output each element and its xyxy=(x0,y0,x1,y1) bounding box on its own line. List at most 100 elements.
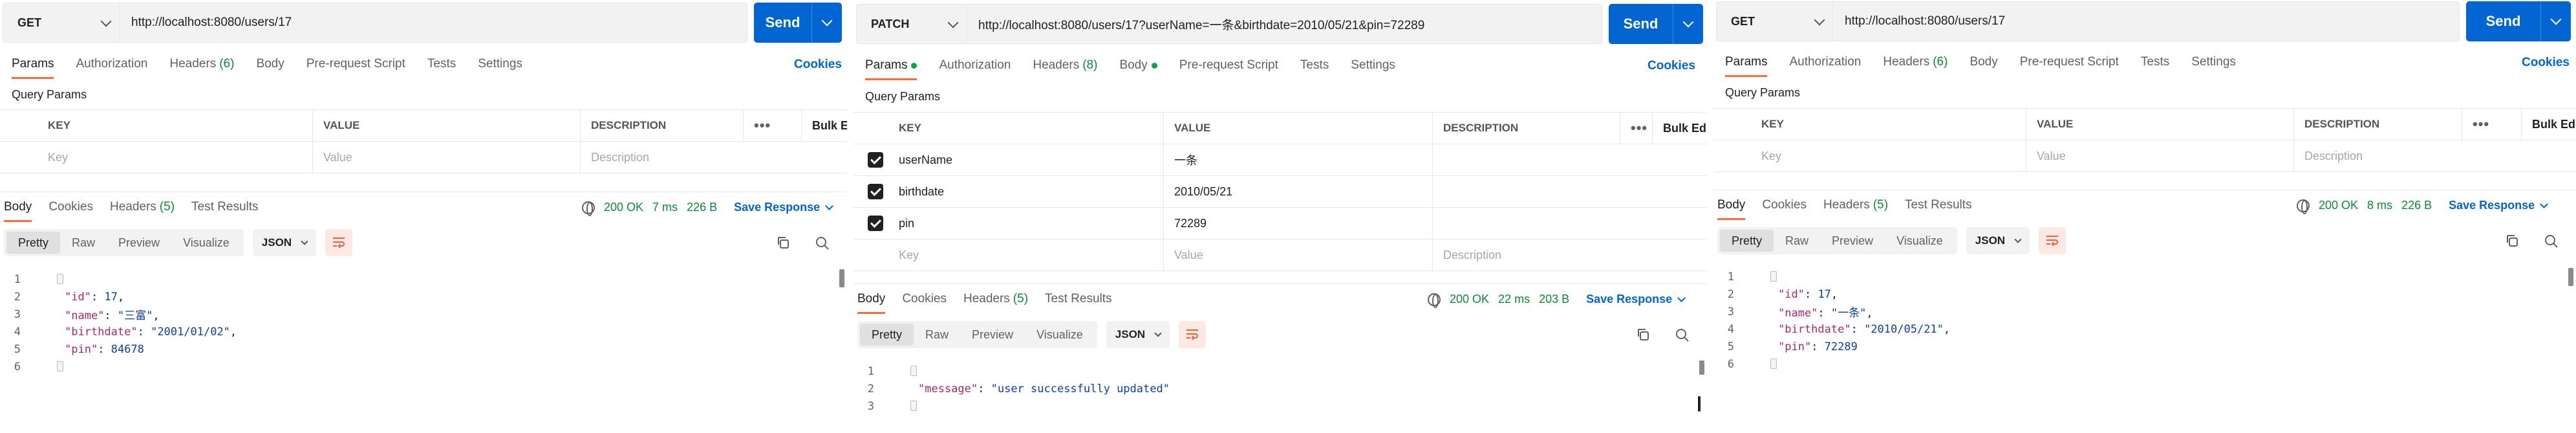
resp-tab-headers[interactable]: Headers (5) xyxy=(1823,190,1888,220)
more-options-icon[interactable]: ••• xyxy=(2462,108,2522,140)
fold-icon[interactable] xyxy=(57,361,63,372)
tab-authorization[interactable]: Authorization xyxy=(76,49,147,79)
view-raw[interactable]: Raw xyxy=(1774,230,1820,252)
value-input[interactable]: Value xyxy=(313,141,581,173)
view-pretty[interactable]: Pretty xyxy=(860,324,914,346)
param-description[interactable] xyxy=(1433,176,1707,208)
param-value[interactable]: 2010/05/21 xyxy=(1164,175,1433,208)
bulk-edit-button[interactable]: Bulk Edit xyxy=(1653,113,1707,144)
more-options-icon[interactable]: ••• xyxy=(1620,112,1653,144)
bulk-edit-button[interactable]: Bulk Edit xyxy=(802,110,847,142)
resp-tab-cookies[interactable]: Cookies xyxy=(48,192,93,222)
view-visualize[interactable]: Visualize xyxy=(1025,324,1095,346)
tab-headers[interactable]: Headers (6) xyxy=(1883,47,1948,77)
tab-settings[interactable]: Settings xyxy=(1351,50,1395,80)
search-icon[interactable] xyxy=(1675,328,1690,346)
resp-tab-test-results[interactable]: Test Results xyxy=(1045,284,1111,314)
key-input[interactable]: Key xyxy=(853,239,1164,271)
fold-icon[interactable] xyxy=(1770,359,1777,369)
wrap-lines-icon[interactable] xyxy=(1179,321,1207,348)
globe-icon[interactable] xyxy=(582,201,595,216)
search-icon[interactable] xyxy=(2544,234,2559,252)
checkbox-checked[interactable] xyxy=(868,184,883,199)
fold-icon[interactable] xyxy=(910,401,917,411)
fold-icon[interactable] xyxy=(57,274,63,284)
method-select[interactable]: GET xyxy=(1716,1,1832,41)
description-input[interactable]: Description xyxy=(581,142,847,173)
resp-tab-body[interactable]: Body xyxy=(857,284,886,314)
globe-icon[interactable] xyxy=(2297,199,2310,214)
send-button[interactable]: Send xyxy=(2466,1,2571,41)
format-select[interactable]: JSON xyxy=(1966,227,2030,254)
resp-tab-cookies[interactable]: Cookies xyxy=(1762,190,1807,220)
view-preview[interactable]: Preview xyxy=(1820,230,1885,252)
description-input[interactable]: Description xyxy=(1433,239,1707,271)
key-input[interactable]: Key xyxy=(0,141,313,173)
tab-tests[interactable]: Tests xyxy=(1300,50,1329,80)
param-value[interactable]: 一条 xyxy=(1164,144,1433,176)
fold-icon[interactable] xyxy=(1770,271,1777,282)
save-response-button[interactable]: Save Response xyxy=(1586,293,1686,306)
resp-tab-headers[interactable]: Headers (5) xyxy=(963,284,1028,314)
format-select[interactable]: JSON xyxy=(252,229,317,256)
param-value[interactable]: 72289 xyxy=(1164,207,1433,239)
resp-tab-body[interactable]: Body xyxy=(1717,190,1746,220)
url-input[interactable]: http://localhost:8080/users/17 xyxy=(1832,1,2460,41)
tab-settings[interactable]: Settings xyxy=(2191,47,2236,77)
tab-params[interactable]: Params xyxy=(1725,47,1768,77)
cookies-link[interactable]: Cookies xyxy=(794,58,842,72)
tab-headers[interactable]: Headers (8) xyxy=(1033,50,1097,80)
save-response-button[interactable]: Save Response xyxy=(734,201,834,214)
view-visualize[interactable]: Visualize xyxy=(1885,230,1955,252)
param-key-cell[interactable]: userName xyxy=(853,144,1164,176)
wrap-lines-icon[interactable] xyxy=(2039,227,2066,254)
format-select[interactable]: JSON xyxy=(1106,321,1170,348)
view-visualize[interactable]: Visualize xyxy=(171,232,241,254)
view-raw[interactable]: Raw xyxy=(60,232,107,254)
resp-tab-body[interactable]: Body xyxy=(4,192,32,222)
view-pretty[interactable]: Pretty xyxy=(1720,230,1774,252)
tab-body[interactable]: Body xyxy=(1119,50,1157,80)
description-input[interactable]: Description xyxy=(2294,140,2576,172)
param-description[interactable] xyxy=(1433,144,1707,176)
more-options-icon[interactable]: ••• xyxy=(744,109,802,142)
globe-icon[interactable] xyxy=(1428,293,1441,308)
checkbox-checked[interactable] xyxy=(868,152,883,168)
tab-settings[interactable]: Settings xyxy=(478,49,522,79)
tab-authorization[interactable]: Authorization xyxy=(1789,47,1861,77)
copy-icon[interactable] xyxy=(776,236,790,253)
resp-tab-test-results[interactable]: Test Results xyxy=(1905,190,1971,220)
save-response-button[interactable]: Save Response xyxy=(2449,199,2549,212)
tab-params[interactable]: Params xyxy=(865,50,918,80)
copy-icon[interactable] xyxy=(2505,234,2519,251)
tab-params[interactable]: Params xyxy=(12,49,54,79)
tab-body[interactable]: Body xyxy=(1970,47,1997,77)
method-select[interactable]: PATCH xyxy=(856,4,966,44)
param-description[interactable] xyxy=(1433,208,1707,239)
url-input[interactable]: http://localhost:8080/users/17?userName=… xyxy=(966,4,1602,44)
bulk-edit-button[interactable]: Bulk Edit xyxy=(2522,109,2576,140)
method-select[interactable]: GET xyxy=(3,3,119,43)
scrollbar[interactable] xyxy=(2568,268,2573,286)
tab-pre-request-script[interactable]: Pre-request Script xyxy=(2020,47,2119,77)
chevron-down-icon[interactable] xyxy=(812,3,842,43)
scrollbar[interactable] xyxy=(1699,361,1704,375)
tab-pre-request-script[interactable]: Pre-request Script xyxy=(1179,50,1278,80)
tab-pre-request-script[interactable]: Pre-request Script xyxy=(306,49,405,79)
value-input[interactable]: Value xyxy=(1164,239,1433,271)
value-input[interactable]: Value xyxy=(2026,140,2294,172)
chevron-down-icon[interactable] xyxy=(2541,1,2571,41)
wrap-lines-icon[interactable] xyxy=(325,229,353,256)
view-raw[interactable]: Raw xyxy=(914,324,960,346)
resp-tab-test-results[interactable]: Test Results xyxy=(191,192,258,222)
tab-authorization[interactable]: Authorization xyxy=(939,50,1011,80)
resp-tab-headers[interactable]: Headers (5) xyxy=(110,192,175,222)
param-key-cell[interactable]: birthdate xyxy=(853,175,1164,208)
cookies-link[interactable]: Cookies xyxy=(2522,56,2570,70)
view-preview[interactable]: Preview xyxy=(960,324,1025,346)
scrollbar[interactable] xyxy=(839,269,844,287)
key-input[interactable]: Key xyxy=(1713,140,2026,172)
search-icon[interactable] xyxy=(815,236,830,254)
view-pretty[interactable]: Pretty xyxy=(6,232,61,254)
tab-tests[interactable]: Tests xyxy=(2141,47,2169,77)
